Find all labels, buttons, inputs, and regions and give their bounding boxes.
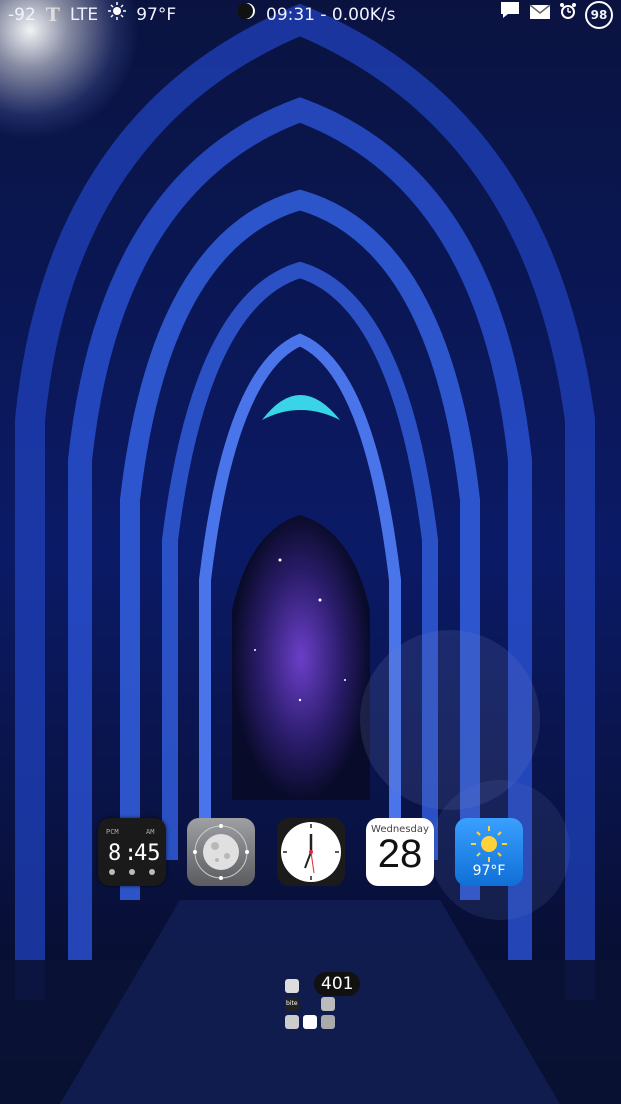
cathedral-wallpaper xyxy=(0,0,621,1104)
clock-face-icon xyxy=(281,822,341,882)
mail-icon[interactable] xyxy=(529,0,551,30)
moon-icon xyxy=(193,824,249,880)
weather-temp: 97°F xyxy=(472,863,506,879)
moon-phase-icon xyxy=(237,0,256,30)
moon-phase-app[interactable] xyxy=(187,818,255,886)
phone-call-mini-icon xyxy=(303,1015,317,1029)
contacts-mini-icon xyxy=(321,1015,335,1029)
wallpaper xyxy=(0,0,621,1104)
status-bar: -92 T LTE 97°F 09:31 - 0.00K/s 98 xyxy=(0,0,621,30)
calendar-day-number: 28 xyxy=(377,832,423,876)
settings-mini-icon xyxy=(285,1015,299,1029)
network-type: LTE xyxy=(69,5,99,25)
signal-strength: -92 xyxy=(8,5,36,25)
chat-bubble-icon[interactable] xyxy=(499,0,521,30)
digital-clock-hour: 8 xyxy=(108,841,121,866)
digital-clock-minutes: 45 xyxy=(134,841,161,866)
calendar-app[interactable]: Wednesday 28 xyxy=(366,818,434,886)
folder-badge: 401 xyxy=(314,972,361,996)
sun-icon xyxy=(108,0,127,30)
app-dock: PCM AM 8 : 45 Wednesday 28 97°F xyxy=(98,818,523,886)
digital-clock-ampm: AM xyxy=(146,828,154,836)
time-speed-text: 09:31 - 0.00K/s xyxy=(266,5,396,25)
camera-mini-icon xyxy=(321,997,335,1011)
sun-icon xyxy=(471,826,507,862)
temperature-text: 97°F xyxy=(136,5,177,25)
weather-app[interactable]: 97°F xyxy=(455,818,523,886)
bite-mini-icon: bite xyxy=(285,997,299,1011)
digital-clock-app[interactable]: PCM AM 8 : 45 xyxy=(98,818,166,886)
alarm-clock-icon[interactable] xyxy=(559,0,577,30)
digital-clock-top-left: PCM xyxy=(106,828,119,836)
carrier-logo-icon: T xyxy=(45,4,60,26)
battery-level: 98 xyxy=(585,1,613,29)
analog-clock-app[interactable] xyxy=(277,818,345,886)
phone-mini-icon xyxy=(285,979,299,993)
